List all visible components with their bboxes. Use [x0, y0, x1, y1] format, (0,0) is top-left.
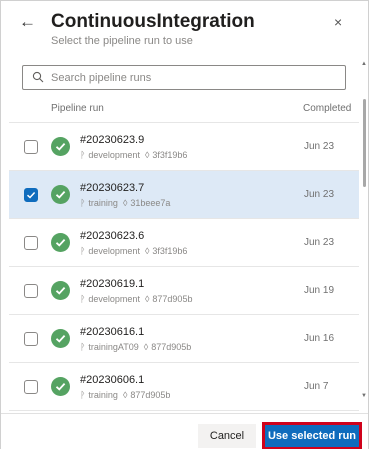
dialog-title: ContinuousIntegration — [51, 11, 255, 32]
row-checkbox[interactable] — [24, 236, 38, 250]
dialog-header: ← ContinuousIntegration Select the pipel… — [1, 1, 368, 61]
row-checkbox[interactable] — [24, 188, 38, 202]
run-meta: ᚹ development ◊ 3f3f19b6 — [80, 246, 187, 256]
run-number: #20230623.9 — [80, 134, 145, 146]
commit-icon: ◊ — [144, 246, 150, 256]
commit-icon: ◊ — [143, 342, 149, 352]
scrollbar-thumb[interactable] — [363, 99, 366, 187]
run-commit: 31beee7a — [130, 198, 171, 208]
success-check-icon — [51, 185, 70, 204]
run-completed-date: Jun 19 — [304, 285, 335, 296]
pipeline-run-list: #20230623.9 ᚹ development ◊ 3f3f19b6 Jun 23 #2… — [9, 122, 359, 413]
run-commit: 3f3f19b6 — [152, 246, 188, 256]
search-box[interactable] — [22, 65, 346, 90]
dialog-footer: Cancel Use selected run — [1, 413, 368, 449]
success-check-icon — [51, 137, 70, 156]
branch-icon: ᚹ — [80, 294, 86, 304]
search-icon — [32, 71, 44, 83]
use-selected-run-label: Use selected run — [265, 425, 359, 447]
dialog-subtitle: Select the pipeline run to use — [51, 35, 193, 47]
run-number: #20230623.6 — [80, 230, 145, 242]
run-completed-date: Jun 7 — [304, 381, 329, 392]
row-checkbox[interactable] — [24, 284, 38, 298]
run-meta: ᚹ development ◊ 3f3f19b6 — [80, 150, 187, 160]
row-checkbox[interactable] — [24, 332, 38, 346]
column-header-completed: Completed — [303, 103, 352, 114]
scroll-up-arrow-icon[interactable]: ▲ — [361, 61, 367, 67]
branch-icon: ᚹ — [80, 246, 86, 256]
run-meta: ᚹ training ◊ 877d905b — [80, 390, 170, 400]
success-check-icon — [51, 281, 70, 300]
pipeline-run-picker-dialog: ← ContinuousIntegration Select the pipel… — [0, 0, 369, 449]
success-check-icon — [51, 329, 70, 348]
run-commit: 877d905b — [130, 390, 171, 400]
run-branch: development — [88, 150, 140, 160]
run-completed-date: Jun 23 — [304, 189, 335, 200]
row-checkbox[interactable] — [24, 140, 38, 154]
run-completed-date: Jun 23 — [304, 141, 335, 152]
commit-icon: ◊ — [122, 198, 128, 208]
run-number: #20230606.1 — [80, 374, 145, 386]
commit-icon: ◊ — [122, 390, 128, 400]
run-commit: 877d905b — [151, 342, 192, 352]
run-branch: development — [88, 246, 140, 256]
success-check-icon — [51, 377, 70, 396]
run-meta: ᚹ trainingAT09 ◊ 877d905b — [80, 342, 191, 352]
run-branch: development — [88, 294, 140, 304]
scroll-down-arrow-icon[interactable]: ▼ — [361, 393, 367, 399]
search-input[interactable] — [51, 69, 341, 87]
run-commit: 3f3f19b6 — [152, 150, 188, 160]
run-meta: ᚹ development ◊ 877d905b — [80, 294, 192, 304]
run-meta: ᚹ training ◊ 31beee7a — [80, 198, 170, 208]
checkmark-icon — [26, 191, 36, 199]
branch-icon: ᚹ — [80, 150, 86, 160]
pipeline-run-row[interactable]: #20230623.9 ᚹ development ◊ 3f3f19b6 Jun 23 — [9, 122, 359, 170]
pipeline-run-row[interactable]: #20230623.6 ᚹ development ◊ 3f3f19b6 Jun 23 — [9, 218, 359, 266]
row-checkbox[interactable] — [24, 380, 38, 394]
run-branch: training — [88, 390, 118, 400]
cancel-button[interactable]: Cancel — [198, 424, 256, 448]
list-scrollbar[interactable]: ▲ ▼ — [360, 59, 369, 406]
run-branch: trainingAT09 — [88, 342, 139, 352]
branch-icon: ᚹ — [80, 342, 86, 352]
success-check-icon — [51, 233, 70, 252]
column-header-pipeline-run: Pipeline run — [51, 103, 104, 114]
back-arrow-icon[interactable]: ← — [19, 13, 37, 31]
run-completed-date: Jun 23 — [304, 237, 335, 248]
use-selected-run-button[interactable]: Use selected run — [262, 422, 362, 449]
close-icon[interactable]: × — [334, 14, 342, 30]
pipeline-run-row[interactable]: #20230616.1 ᚹ trainingAT09 ◊ 877d905b Jun 16 — [9, 314, 359, 362]
branch-icon: ᚹ — [80, 198, 86, 208]
commit-icon: ◊ — [144, 294, 150, 304]
run-commit: 877d905b — [152, 294, 193, 304]
run-completed-date: Jun 16 — [304, 333, 335, 344]
branch-icon: ᚹ — [80, 390, 86, 400]
run-branch: training — [88, 198, 118, 208]
pipeline-run-row[interactable]: #20230619.1 ᚹ development ◊ 877d905b Jun 19 — [9, 266, 359, 314]
run-number: #20230623.7 — [80, 182, 145, 194]
run-number: #20230616.1 — [80, 326, 145, 338]
pipeline-run-row[interactable]: #20230606.1 ᚹ training ◊ 877d905b Jun 7 — [9, 362, 359, 410]
commit-icon: ◊ — [144, 150, 150, 160]
run-number: #20230619.1 — [80, 278, 145, 290]
pipeline-run-row[interactable]: #20230623.7 ᚹ training ◊ 31beee7a Jun 23 — [9, 170, 359, 218]
